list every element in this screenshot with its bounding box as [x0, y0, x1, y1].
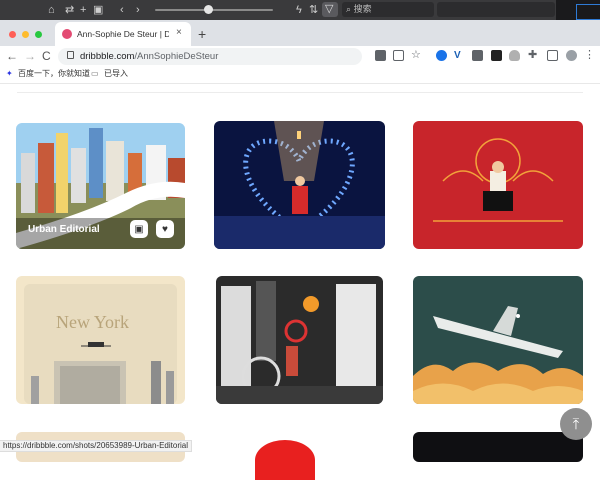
os-menu-bar: ⌂ ⇄ + ▣ ‹ › ϟ ⇅ ▽ ⌕ 搜索 — [0, 0, 600, 20]
translate-icon[interactable] — [375, 50, 386, 61]
shot-card-red-poster[interactable] — [413, 121, 583, 249]
new-tab-button[interactable]: + — [198, 26, 206, 42]
shot-thumbnail — [413, 121, 583, 249]
shot-thumbnail — [16, 276, 185, 404]
folder-icon: ▭ — [91, 69, 99, 78]
bookmark-star-icon[interactable]: ☆ — [411, 50, 422, 61]
extensions-puzzle-icon[interactable]: ✚ — [528, 50, 539, 61]
close-tab-icon[interactable]: × — [176, 27, 182, 38]
home-icon[interactable]: ⌂ — [48, 3, 55, 17]
shot-card-partial-3[interactable] — [413, 432, 583, 462]
sort-icon[interactable]: ⇅ — [309, 3, 318, 17]
arrow-up-icon: ⤒ — [572, 415, 580, 433]
search-placeholder: 搜索 — [353, 4, 372, 14]
forward-button[interactable]: → — [24, 48, 36, 64]
tab-title: Ann-Sophie De Steur | Dribbble — [77, 29, 169, 39]
dribbble-favicon-icon — [62, 29, 72, 39]
extension-circle-icon[interactable] — [436, 50, 447, 61]
back-to-top-button[interactable]: ⤒ — [560, 408, 592, 440]
bookmark-baidu[interactable]: 百度一下，你就知道 — [18, 68, 90, 80]
extension-v-icon[interactable]: V — [454, 50, 465, 61]
heart-icon: ♥ — [162, 223, 168, 235]
tab-dribbble[interactable]: Ann-Sophie De Steur | Dribbble × — [55, 22, 191, 46]
shot-thumbnail — [413, 276, 583, 404]
scrubber-knob[interactable] — [204, 5, 213, 14]
search-input[interactable]: ⌕ 搜索 — [342, 2, 434, 17]
extension-shield-icon[interactable] — [509, 50, 520, 61]
profile-avatar[interactable] — [566, 50, 577, 61]
baidu-icon: ✦ — [6, 69, 13, 78]
like-button[interactable]: ♥ — [156, 220, 174, 238]
shot-thumbnail — [214, 121, 385, 249]
divider — [17, 92, 583, 93]
save-to-collection-button[interactable]: ▣ — [130, 220, 148, 238]
folder-icon: ▣ — [134, 223, 144, 235]
shot-card-neon-heart[interactable] — [214, 121, 385, 249]
bookmark-imported-folder[interactable]: 已导入 — [104, 68, 128, 80]
shot-card-new-york[interactable]: New York — [16, 276, 185, 404]
shot-thumbnail — [216, 276, 383, 404]
swap-icon[interactable]: ⇄ — [65, 3, 74, 17]
shot-card-machinery[interactable] — [216, 276, 383, 404]
minimize-window-button[interactable] — [22, 31, 29, 38]
extension-dark-icon[interactable] — [491, 50, 502, 61]
status-bar-url: https://dribbble.com/shots/20653989-Urba… — [0, 440, 192, 452]
side-panel-icon[interactable] — [547, 50, 558, 61]
shot-card-airplane[interactable] — [413, 276, 583, 404]
lightning-icon[interactable]: ϟ — [296, 3, 302, 17]
search-icon: ⌕ — [346, 4, 352, 14]
scrubber-track[interactable] — [155, 9, 273, 11]
shot-card-urban-editorial[interactable]: Urban Editorial ▣ ♥ — [16, 123, 185, 249]
reload-button[interactable]: C — [42, 48, 51, 64]
sidebar-icon[interactable]: ▣ — [93, 3, 103, 17]
zoom-window-button[interactable] — [35, 31, 42, 38]
add-icon[interactable]: + — [80, 3, 86, 17]
window-edge — [556, 0, 600, 20]
shot-title: Urban Editorial — [28, 224, 100, 235]
menu-kebab-icon[interactable]: ⋮ — [584, 50, 595, 61]
lock-icon — [67, 51, 74, 59]
forward-icon[interactable]: › — [136, 3, 140, 17]
share-icon[interactable] — [393, 50, 404, 61]
shot-card-partial-2[interactable] — [255, 440, 315, 480]
close-window-button[interactable] — [9, 31, 16, 38]
bookmarks-bar — [0, 67, 600, 83]
shot-art-text: New York — [56, 312, 130, 332]
filter-icon[interactable]: ▽ — [322, 2, 338, 17]
back-icon[interactable]: ‹ — [120, 3, 124, 17]
extension-copy-icon[interactable] — [472, 50, 483, 61]
back-button[interactable]: ← — [6, 48, 18, 64]
address-bar[interactable]: dribbble.com/AnnSophieDeSteur — [58, 48, 362, 65]
toolbar-field[interactable] — [437, 2, 555, 17]
address-url[interactable]: dribbble.com/AnnSophieDeSteur — [80, 51, 218, 63]
